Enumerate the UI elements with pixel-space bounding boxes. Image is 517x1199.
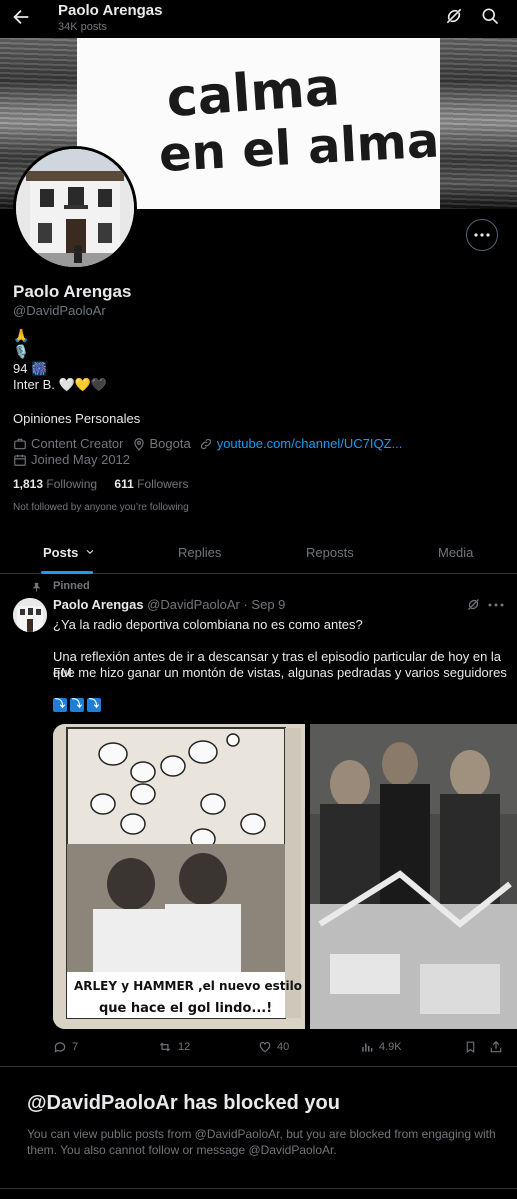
tweet-actions: 7 12 40 4.9K (53, 1040, 508, 1056)
tweet-media: ARLEY y HAMMER ,el nuevo estilo que hace… (53, 724, 517, 1029)
followers-link[interactable]: 611 Followers (114, 477, 188, 491)
blocked-text: You can view public posts from @DavidPao… (27, 1127, 496, 1157)
top-bar: Paolo Arengas 34K posts (0, 0, 517, 38)
tab-replies[interactable]: Replies (178, 545, 221, 560)
briefcase-icon (14, 438, 26, 449)
chevron-down-icon (86, 549, 94, 554)
bio-note: Opiniones Personales (13, 411, 141, 426)
arrow-emoji: ⤵ (70, 698, 84, 712)
back-arrow-icon[interactable] (10, 6, 32, 28)
not-followed-note: Not followed by anyone you’re following (13, 502, 189, 513)
profile-tabs: Posts Replies Reposts Media (0, 534, 517, 574)
tab-reposts[interactable]: Reposts (306, 545, 354, 560)
reply-action[interactable]: 7 (53, 1040, 78, 1054)
arrow-emoji: ⤵ (53, 698, 67, 712)
bio-line-1: 🙏 (13, 328, 30, 343)
tweet-author-name[interactable]: Paolo Arengas (53, 597, 144, 612)
tab-posts[interactable]: Posts (43, 545, 95, 560)
more-dots-icon (474, 233, 490, 237)
repost-count: 12 (178, 1041, 191, 1053)
location-item: Bogota (132, 436, 191, 451)
profile-joined-row: Joined May 2012 (13, 452, 138, 467)
views-chart-icon (362, 1043, 373, 1052)
arrow-emoji: ⤵ (87, 698, 101, 712)
following-label: Following (46, 477, 98, 491)
search-icon[interactable] (480, 6, 500, 26)
profile-category: Content Creator (31, 436, 124, 451)
profile-location: Bogota (149, 436, 191, 451)
followers-count: 611 (114, 477, 134, 491)
tweet-date[interactable]: · Sep 9 (243, 597, 285, 612)
profile-joined: Joined May 2012 (31, 452, 131, 467)
website-item[interactable]: youtube.com/channel/UC7IQZ... (199, 436, 403, 451)
link-icon (200, 438, 211, 449)
tweet-more-icon[interactable] (488, 603, 504, 607)
tweet-header: Paolo Arengas @DavidPaoloAr · Sep 9 (53, 597, 285, 612)
joined-item: Joined May 2012 (13, 452, 130, 467)
following-count: 1,813 (13, 477, 44, 491)
tweet-emoji-arrows: ⤵ ⤵ ⤵ (53, 698, 101, 712)
profile-handle: @DavidPaoloAr (13, 303, 106, 318)
like-count: 40 (277, 1041, 290, 1053)
tweet-image-1[interactable]: ARLEY y HAMMER ,el nuevo estilo que hace… (53, 724, 305, 1029)
tab-posts-label: Posts (43, 545, 79, 560)
category-item: Content Creator (13, 436, 124, 451)
heart-icon (259, 1042, 271, 1053)
calendar-icon (14, 454, 26, 466)
bookmark-icon[interactable] (464, 1040, 477, 1054)
profile-website-link[interactable]: youtube.com/channel/UC7IQZ... (217, 436, 403, 451)
share-icon[interactable] (489, 1040, 503, 1054)
bio-line-3: 94 🎆 (13, 361, 48, 376)
profile-avatar[interactable] (13, 146, 137, 270)
repost-action[interactable]: 12 (157, 1040, 190, 1054)
grok-icon[interactable] (444, 6, 464, 26)
header-title: Paolo Arengas (58, 2, 163, 19)
following-link[interactable]: 1,813 Following (13, 477, 97, 491)
profile-meta-row: Content Creator Bogota youtube.com/chann… (13, 436, 410, 451)
reply-icon (54, 1042, 66, 1053)
image1-caption-line2: que hace el gol lindo...! (99, 1001, 272, 1016)
followers-label: Followers (137, 477, 189, 491)
pinned-label: Pinned (32, 580, 90, 592)
views-action[interactable]: 4.9K (360, 1040, 402, 1054)
follow-stats: 1,813 Following 611 Followers (13, 477, 188, 491)
more-options-button[interactable] (466, 219, 498, 251)
tweet-image-2[interactable] (310, 724, 517, 1029)
bottom-divider (0, 1188, 517, 1189)
reply-count: 7 (72, 1041, 79, 1053)
repost-icon (159, 1042, 171, 1052)
tweet-text-line1: ¿Ya la radio deportiva colombiana no es … (53, 617, 363, 632)
image1-caption-line1: ARLEY y HAMMER ,el nuevo estilo (74, 979, 302, 993)
section-divider (0, 1066, 517, 1067)
grok-tweet-icon[interactable] (466, 597, 481, 612)
profile-name: Paolo Arengas (13, 282, 132, 301)
like-action[interactable]: 40 (258, 1040, 289, 1054)
tweet-author-avatar[interactable] (13, 598, 47, 632)
tab-media[interactable]: Media (438, 545, 473, 560)
bio-line-2: 🎙️ (13, 344, 30, 359)
tweet-text-line3: que me hizo ganar un montón de vistas, a… (53, 665, 507, 680)
blocked-title: @DavidPaoloAr has blocked you (27, 1092, 340, 1114)
tab-active-indicator (41, 571, 93, 574)
pin-icon (32, 582, 41, 592)
tweet-author-handle[interactable]: @DavidPaoloAr (147, 597, 240, 612)
bio-line-4: Inter B. 🤍💛🖤 (13, 377, 108, 392)
header-posts-count: 34K posts (58, 21, 107, 33)
views-count: 4.9K (379, 1041, 402, 1053)
location-pin-icon (133, 437, 144, 451)
pinned-text: Pinned (53, 580, 90, 592)
